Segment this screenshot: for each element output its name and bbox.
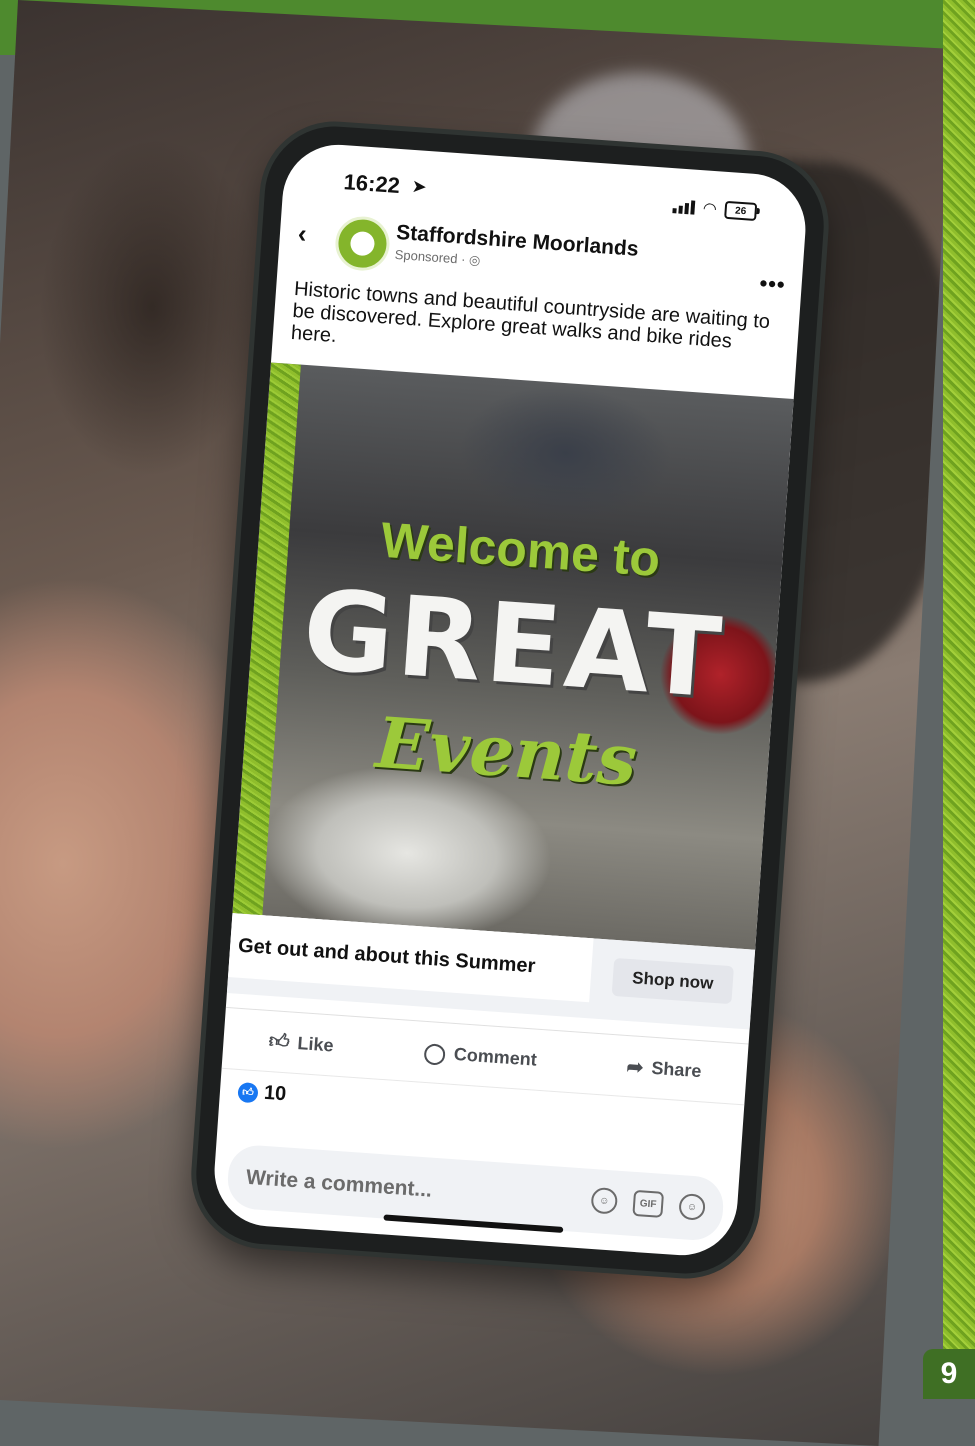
comment-button[interactable]: ◯ Comment bbox=[423, 1039, 538, 1072]
shop-now-button[interactable]: Shop now bbox=[611, 957, 734, 1005]
status-icons: ◠ 26 bbox=[672, 196, 758, 222]
phone: 16:22 ➤ ◠ 26 ‹ Staffordshire Moorlands S… bbox=[191, 121, 829, 1279]
page-number: 9 bbox=[923, 1349, 975, 1399]
signal-icon bbox=[672, 199, 696, 215]
sponsored-label: Sponsored · ◎ bbox=[394, 246, 481, 268]
comment-icon: ◯ bbox=[422, 1041, 447, 1065]
sticker-icon[interactable]: ☺ bbox=[590, 1186, 619, 1215]
share-icon: ➦ bbox=[625, 1055, 645, 1079]
comment-box: ☺ GIF ☺ bbox=[225, 1143, 726, 1243]
comment-input[interactable] bbox=[241, 1144, 520, 1230]
right-texture-strip bbox=[943, 0, 975, 1399]
like-icon: 👍︎ bbox=[267, 1030, 291, 1054]
wifi-icon: ◠ bbox=[702, 200, 718, 219]
reaction-count[interactable]: 👍︎ 10 bbox=[237, 1080, 287, 1106]
back-icon[interactable]: ‹ bbox=[297, 218, 308, 250]
phone-screen: 16:22 ➤ ◠ 26 ‹ Staffordshire Moorlands S… bbox=[210, 141, 810, 1259]
like-badge-icon: 👍︎ bbox=[237, 1081, 259, 1103]
status-time: 16:22 bbox=[342, 169, 401, 199]
share-button[interactable]: ➦ Share bbox=[626, 1054, 702, 1084]
location-arrow-icon: ➤ bbox=[410, 175, 428, 197]
like-button[interactable]: 👍︎ Like bbox=[268, 1029, 334, 1057]
avatar[interactable] bbox=[333, 214, 392, 273]
gif-icon[interactable]: GIF bbox=[632, 1189, 665, 1218]
ad-image[interactable]: Welcome to GREAT Events bbox=[232, 362, 794, 950]
globe-icon: ◎ bbox=[468, 252, 481, 268]
comment-icons: ☺ GIF ☺ bbox=[590, 1186, 706, 1221]
emoji-icon[interactable]: ☺ bbox=[678, 1193, 706, 1221]
battery-icon: 26 bbox=[724, 200, 758, 221]
more-icon[interactable]: ••• bbox=[759, 270, 787, 298]
